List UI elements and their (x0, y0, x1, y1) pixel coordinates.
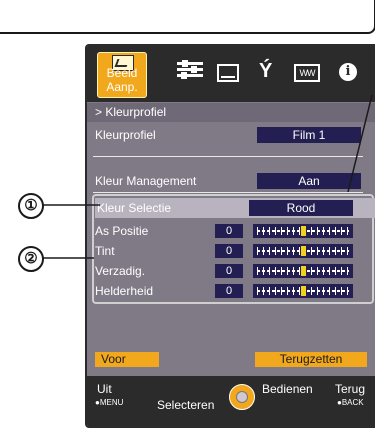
adjust-icon[interactable] (177, 60, 203, 79)
terugzetten-button[interactable]: Terugzetten (255, 352, 367, 367)
battery-icon[interactable]: WW (294, 64, 320, 82)
footer-menu-key: ●MENU (95, 398, 124, 407)
kleurprofiel-value[interactable]: Film 1 (257, 127, 361, 143)
footer-terug: Terug (335, 382, 366, 396)
slider-track[interactable] (253, 284, 353, 298)
slider-track[interactable] (253, 224, 353, 238)
slider-knob[interactable] (301, 286, 306, 296)
slider-row-verzadiging[interactable]: Verzadig. 0 (95, 262, 375, 280)
menu-tab-bar: Beeld Aanp. Ý WW i (87, 46, 375, 102)
divider (93, 192, 363, 193)
slider-value: 0 (215, 264, 243, 278)
top-frame (0, 0, 375, 34)
callout-1: ① (18, 193, 44, 219)
row-label: As Positie (95, 224, 149, 238)
row-label: Helderheid (95, 284, 154, 298)
wrench-icon[interactable]: Ý (259, 60, 272, 82)
breadcrumb: > Kleurprofiel (87, 103, 375, 122)
row-kleur-management[interactable]: Kleur Management Aan (95, 172, 375, 190)
slider-row-helderheid[interactable]: Helderheid 0 (95, 282, 375, 300)
slider-row-as-positie[interactable]: As Positie 0 (95, 222, 375, 240)
footer-bedienen: Bedienen (262, 382, 313, 396)
info-icon[interactable]: i (339, 63, 357, 81)
kleur-management-value[interactable]: Aan (257, 173, 361, 189)
row-label: Verzadig. (95, 264, 146, 278)
tab-beeld-aanpassing[interactable]: Beeld Aanp. (97, 52, 147, 98)
slider-track[interactable] (253, 244, 353, 258)
osd-footer: Uit ●MENU Selecteren Bedienen Terug ●BAC… (87, 376, 375, 426)
kleur-selectie-value[interactable]: Rood (249, 200, 353, 216)
slider-value: 0 (215, 244, 243, 258)
callout-2: ② (18, 246, 44, 272)
tab-label: Beeld Aanp. (106, 66, 138, 94)
footer-uit: Uit (97, 382, 112, 396)
row-kleurprofiel[interactable]: Kleurprofiel Film 1 (95, 126, 375, 144)
row-label: Kleur Selectie (97, 201, 172, 215)
footer-selecteren: Selecteren (157, 398, 215, 412)
row-kleur-selectie[interactable]: Kleur Selectie Rood (95, 198, 375, 218)
row-label: Kleur Management (95, 174, 197, 188)
row-label: Tint (95, 244, 115, 258)
footer-back-key: ●BACK (337, 398, 364, 407)
slider-row-tint[interactable]: Tint 0 (95, 242, 375, 260)
slider-knob[interactable] (301, 226, 306, 236)
slider-value: 0 (215, 284, 243, 298)
screen-icon[interactable] (217, 64, 239, 82)
osd-menu-panel: Beeld Aanp. Ý WW i > Kleurprofiel Kleurp… (85, 44, 375, 428)
navigation-pad-icon (229, 384, 255, 410)
divider (93, 156, 363, 157)
slider-value: 0 (215, 224, 243, 238)
voor-button[interactable]: Voor (95, 352, 159, 367)
slider-knob[interactable] (301, 266, 306, 276)
slider-track[interactable] (253, 264, 353, 278)
row-label: Kleurprofiel (95, 128, 156, 142)
slider-knob[interactable] (301, 246, 306, 256)
